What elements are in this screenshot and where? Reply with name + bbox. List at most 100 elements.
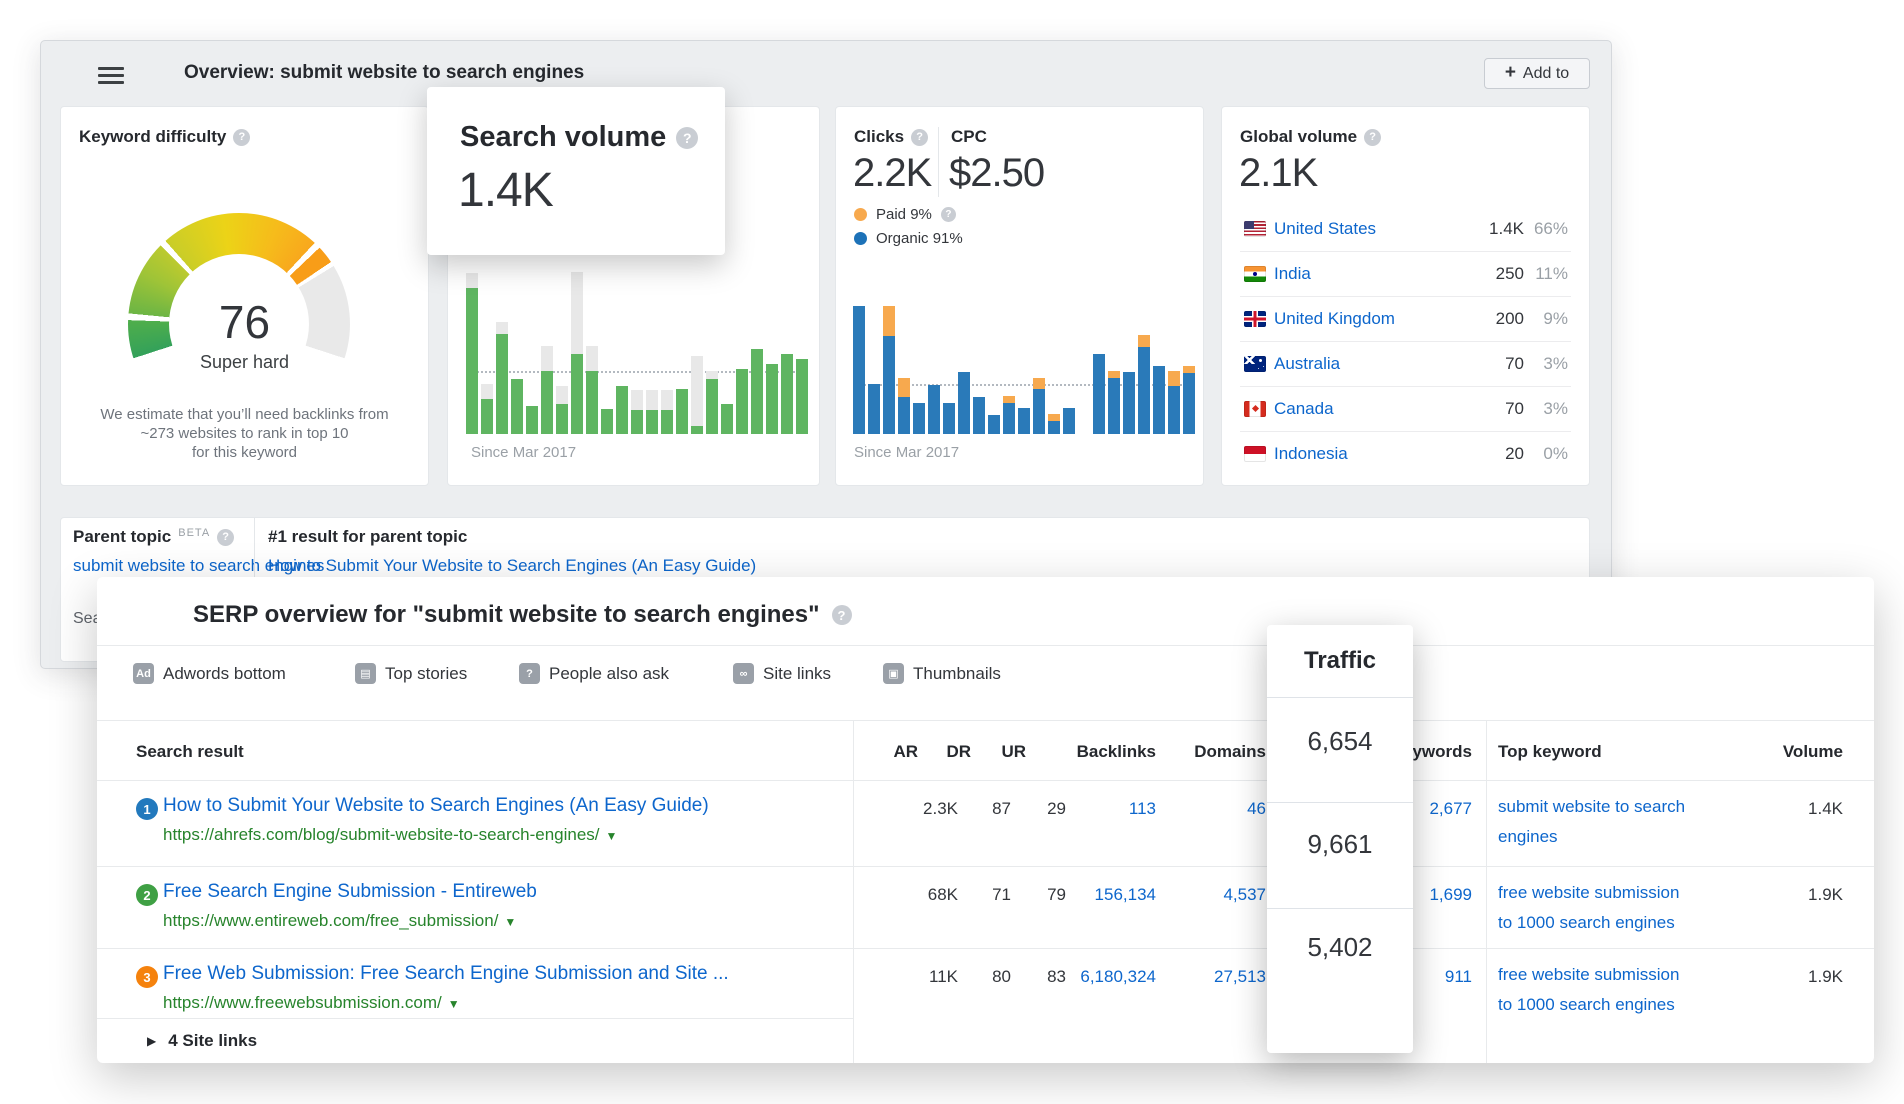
first-result-link[interactable]: How to Submit Your Website to Search Eng… (268, 556, 756, 576)
keyword-difficulty-card: Keyword difficulty ? 76 Super hard We es… (60, 106, 429, 486)
country-row-au: Australia703% (1222, 341, 1589, 386)
traffic-header[interactable]: Traffic (1267, 647, 1413, 675)
divider (1267, 908, 1413, 909)
traffic-column-popup: Traffic 6,654 9,661 5,402 (1267, 625, 1413, 1053)
add-to-button[interactable]: + Add to (1484, 58, 1590, 89)
serp-feature-label: Top stories (385, 664, 467, 684)
help-icon[interactable]: ? (217, 529, 234, 546)
result-url[interactable]: https://ahrefs.com/blog/submit-website-t… (163, 825, 617, 845)
search-volume-value: 1.4K (458, 163, 553, 218)
cell-backlinks[interactable]: 156,134 (1056, 885, 1156, 905)
serp-feature-site-links[interactable]: ∞ Site links (733, 663, 831, 684)
row-divider (1240, 341, 1571, 342)
serp-result-row-2: 2Free Search Engine Submission - Entirew… (97, 866, 1874, 948)
cell-top-keyword[interactable]: free website submissionto 1000 search en… (1498, 960, 1679, 1020)
cell-volume: 1.9K (1743, 967, 1843, 987)
column-header-top-keyword[interactable]: Top keyword (1498, 742, 1602, 762)
cell-backlinks[interactable]: 6,180,324 (1056, 967, 1156, 987)
organic-dot-icon (854, 232, 867, 245)
column-header-ar[interactable]: AR (858, 742, 918, 762)
serp-feature-label: Adwords bottom (163, 664, 286, 684)
row-divider (97, 948, 1874, 949)
chevron-down-icon: ▼ (606, 829, 618, 843)
serp-feature-top-stories[interactable]: ▤Top stories (355, 663, 467, 684)
divider (97, 720, 1874, 721)
clicks-card: Clicks ? 2.2K CPC $2.50 Paid 9% ? Organi… (835, 106, 1204, 486)
serp-feature-label: People also ask (549, 664, 669, 684)
country-row-id: Indonesia 200% (1222, 431, 1589, 476)
country-link[interactable]: India (1274, 264, 1311, 284)
column-header-backlinks[interactable]: Backlinks (1056, 742, 1156, 762)
beta-badge: BETA (178, 527, 210, 539)
result-title-link[interactable]: Free Web Submission: Free Search Engine … (163, 963, 729, 985)
global-volume-label: Global volume (1240, 127, 1357, 147)
country-share: 0% (1518, 444, 1568, 464)
cell-top-keyword[interactable]: free website submissionto 1000 search en… (1498, 878, 1679, 938)
plus-icon: + (1505, 63, 1516, 82)
result-url[interactable]: https://www.freewebsubmission.com/▼ (163, 993, 460, 1013)
column-header-search-result[interactable]: Search result (136, 742, 244, 762)
country-list: United States1.4K66%India25011%United Ki… (1222, 206, 1589, 485)
people-also-ask-icon: ? (519, 663, 540, 684)
search-volume-bar-chart (466, 264, 807, 434)
search-volume-popup: Search volume ? 1.4K (427, 87, 725, 255)
result-title-link[interactable]: How to Submit Your Website to Search Eng… (163, 795, 709, 817)
help-icon[interactable]: ? (1364, 129, 1381, 146)
cell-volume: 1.4K (1743, 799, 1843, 819)
site-links-expander[interactable]: ▶ 4 Site links (147, 1018, 257, 1063)
country-link[interactable]: Indonesia (1274, 444, 1348, 464)
divider (1267, 802, 1413, 803)
column-header-dr[interactable]: DR (911, 742, 971, 762)
cell-domains[interactable]: 4,537 (1166, 885, 1266, 905)
country-link[interactable]: Canada (1274, 399, 1334, 419)
help-icon[interactable]: ? (676, 127, 698, 149)
column-header-volume[interactable]: Volume (1743, 742, 1843, 762)
country-row-us: United States 1.4K66% (1222, 206, 1589, 251)
help-icon[interactable]: ? (941, 207, 956, 222)
result-title-link[interactable]: Free Search Engine Submission - Entirewe… (163, 881, 537, 903)
position-badge: 3 (136, 966, 158, 988)
traffic-value-2: 9,661 (1267, 829, 1413, 860)
country-share: 66% (1518, 219, 1568, 239)
country-link[interactable]: United Kingdom (1274, 309, 1395, 329)
search-volume-label: Search volume (460, 121, 666, 154)
site-links-label: 4 Site links (168, 1031, 257, 1051)
serp-feature-adwords-bottom[interactable]: AdAdwords bottom (133, 663, 286, 684)
country-share: 3% (1518, 399, 1568, 419)
result-url[interactable]: https://www.entireweb.com/free_submissio… (163, 911, 516, 931)
serp-title: SERP overview for "submit website to sea… (193, 601, 852, 629)
menu-hamburger-icon[interactable] (98, 67, 124, 85)
column-header-domains[interactable]: Domains (1166, 742, 1266, 762)
cell-domains[interactable]: 27,513 (1166, 967, 1266, 987)
help-icon[interactable]: ? (233, 129, 250, 146)
column-header-ur[interactable]: UR (966, 742, 1026, 762)
add-to-label: Add to (1523, 65, 1569, 83)
chevron-down-icon: ▼ (448, 997, 460, 1011)
thumbnails-icon: ▣ (883, 663, 904, 684)
country-link[interactable]: United States (1274, 219, 1376, 239)
cell-top-keyword[interactable]: submit website to searchengines (1498, 792, 1685, 852)
help-icon[interactable]: ? (911, 129, 928, 146)
country-volume: 1.4K (1444, 219, 1524, 239)
country-volume: 250 (1444, 264, 1524, 284)
cpc-value: $2.50 (949, 151, 1044, 196)
clicks-bar-chart (853, 264, 1194, 434)
country-row-in: India25011% (1222, 251, 1589, 296)
cell-backlinks[interactable]: 113 (1056, 799, 1156, 819)
cell-ur: 79 (966, 885, 1066, 905)
global-volume-value: 2.1K (1239, 151, 1317, 196)
first-result-label: #1 result for parent topic (268, 527, 467, 547)
serp-feature-label: Thumbnails (913, 664, 1001, 684)
cell-ur: 83 (966, 967, 1066, 987)
site-links-icon: ∞ (733, 663, 754, 684)
serp-feature-thumbnails[interactable]: ▣ Thumbnails (883, 663, 1001, 684)
serp-feature-people-also-ask[interactable]: ? People also ask (519, 663, 669, 684)
paid-legend: Paid 9% ? (854, 206, 956, 223)
traffic-value-1: 6,654 (1267, 726, 1413, 757)
country-volume: 20 (1444, 444, 1524, 464)
country-link[interactable]: Australia (1274, 354, 1340, 374)
help-icon[interactable]: ? (832, 605, 852, 625)
serp-feature-label: Site links (763, 664, 831, 684)
paid-dot-icon (854, 208, 867, 221)
cell-domains[interactable]: 46 (1166, 799, 1266, 819)
